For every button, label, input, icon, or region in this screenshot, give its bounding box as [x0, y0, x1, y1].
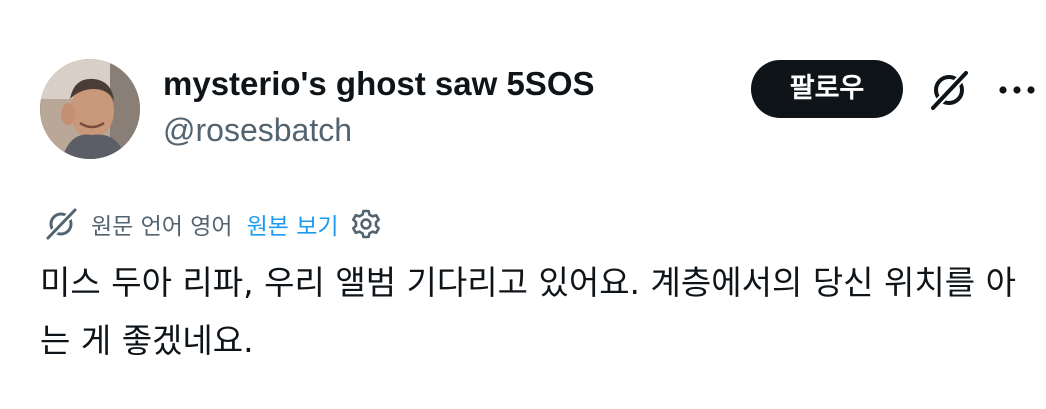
translation-bar: 원문 언어 영어 원본 보기	[43, 205, 383, 243]
user-handle[interactable]: @rosesbatch	[163, 108, 595, 152]
grok-icon[interactable]	[927, 68, 971, 112]
avatar[interactable]	[40, 59, 140, 159]
avatar-image	[40, 59, 140, 159]
tweet-card: mysterio's ghost saw 5SOS @rosesbatch 팔로…	[0, 0, 1046, 409]
translate-icon	[43, 206, 79, 242]
author-block: mysterio's ghost saw 5SOS @rosesbatch	[163, 62, 595, 152]
display-name[interactable]: mysterio's ghost saw 5SOS	[163, 62, 595, 106]
more-options-icon[interactable]	[997, 80, 1037, 100]
translation-source-label: 원문 언어 영어	[91, 214, 233, 240]
settings-icon[interactable]	[349, 207, 383, 241]
post-text: 미스 두아 리파, 우리 앨범 기다리고 있어요. 계층에서의 당신 위치를 아…	[40, 263, 1016, 360]
show-original-link[interactable]: 원본 보기	[247, 207, 339, 241]
follow-button[interactable]: 팔로우	[751, 60, 903, 118]
